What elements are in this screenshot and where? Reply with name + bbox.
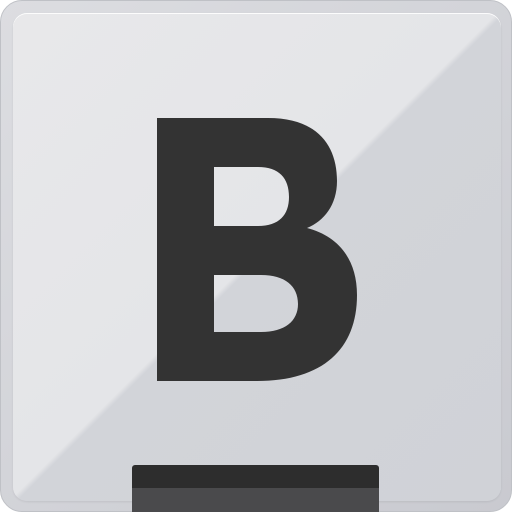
letter-b-glyph (157, 118, 357, 381)
base-bar (132, 465, 379, 512)
app-icon[interactable] (0, 0, 512, 512)
letter-b-shape (157, 118, 357, 381)
base-bar-bottom (132, 488, 379, 512)
base-bar-top (132, 465, 379, 488)
